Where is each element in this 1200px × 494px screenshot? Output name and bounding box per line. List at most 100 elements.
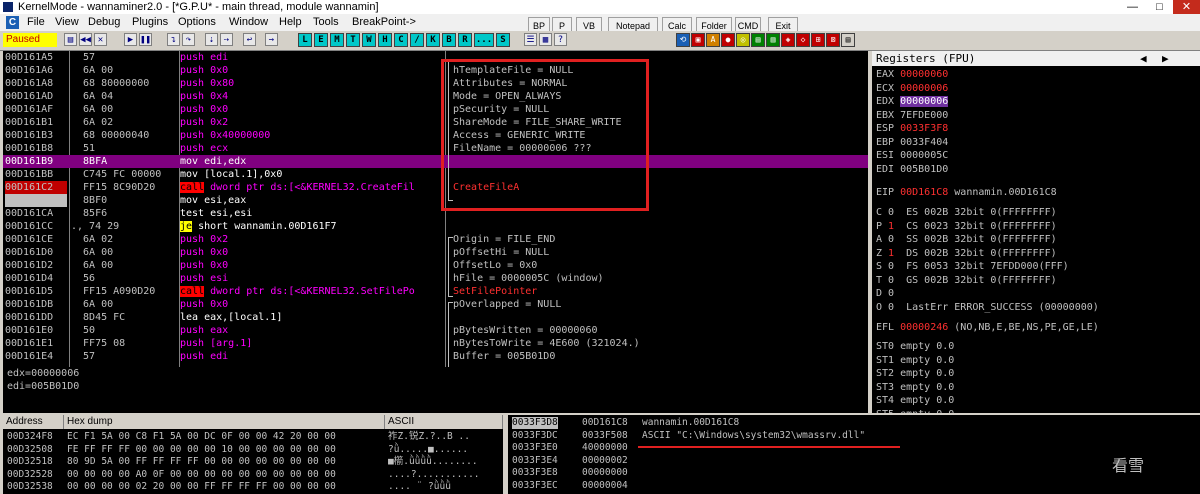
trace-into-icon[interactable]: ⇣ xyxy=(205,33,218,46)
flag-row[interactable]: P 1 CS 0023 32bit 0(FFFFFFFF) xyxy=(876,220,1057,233)
flag-row[interactable]: A 0 SS 002B 32bit 0(FFFFFFFF) xyxy=(876,233,1057,246)
register-row[interactable]: EAX 00000060 xyxy=(876,68,948,81)
plugin-icon-5[interactable]: ◎ xyxy=(736,33,750,47)
plugin-icon-11[interactable]: ⊠ xyxy=(826,33,840,47)
flag-row[interactable]: T 0 GS 002B 32bit 0(FFFFFFFF) xyxy=(876,274,1057,287)
toolbar-c-button[interactable]: C xyxy=(394,33,408,47)
disasm-row[interactable]: 00D161E1 FF75 08 push [arg.1] xyxy=(3,337,868,350)
register-row[interactable]: ESI 0000005C xyxy=(876,149,948,162)
registers-pane[interactable]: Registers (FPU) ◀ ▶ EAX 00000060 ECX 0000… xyxy=(872,51,1200,413)
toolbar-b-button[interactable]: B xyxy=(442,33,456,47)
close-button[interactable]: ✕ xyxy=(1173,0,1200,14)
plugin-icon-7[interactable]: ▥ xyxy=(766,33,780,47)
toolbar-m-button[interactable]: M xyxy=(330,33,344,47)
open-icon[interactable]: ▤ xyxy=(64,33,77,46)
menu-tools[interactable]: Tools xyxy=(313,14,339,31)
fpu-row[interactable]: ST2 empty 0.0 xyxy=(876,367,954,380)
menu-help[interactable]: Help xyxy=(279,14,302,31)
trace-over-icon[interactable]: ⇢ xyxy=(220,33,233,46)
toolbar-t-button[interactable]: T xyxy=(346,33,360,47)
toolbar-l-button[interactable]: L xyxy=(298,33,312,47)
toolbar-slash-button[interactable]: / xyxy=(410,33,424,47)
execute-till-return-icon[interactable]: ↩ xyxy=(243,33,256,46)
pause-icon[interactable]: ❚❚ xyxy=(139,33,152,46)
fpu-row[interactable]: ST1 empty 0.0 xyxy=(876,354,954,367)
menu-debug[interactable]: Debug xyxy=(88,14,120,31)
register-row[interactable]: EBX 7EFDE000 xyxy=(876,109,948,122)
menu-plugins[interactable]: Plugins xyxy=(132,14,168,31)
grid-icon[interactable]: ▦ xyxy=(539,33,552,46)
dump-pane[interactable]: Address Hex dump ASCII 00D324F8 EC F1 5A … xyxy=(3,415,503,494)
plugin-icon-9[interactable]: ◇ xyxy=(796,33,810,47)
toolbar-s-button[interactable]: S xyxy=(496,33,510,47)
flag-row[interactable]: O 0 LastErr ERROR_SUCCESS (00000000) xyxy=(876,301,1099,314)
disasm-row[interactable]: 00D161A8 68 80000000 push 0x80 xyxy=(3,77,868,90)
plugin-icon-10[interactable]: ⊞ xyxy=(811,33,825,47)
disasm-row[interactable]: 00D161C8 8BF0 mov esi,eax xyxy=(3,194,868,207)
help-icon[interactable]: ? xyxy=(554,33,567,46)
plugin-icon-4[interactable]: ● xyxy=(721,33,735,47)
fpu-row[interactable]: ST0 empty 0.0 xyxy=(876,340,954,353)
plugin-icon-2[interactable]: ▣ xyxy=(691,33,705,47)
disassembly-pane[interactable]: 00D161A5 57 push edi 00D161A6 6A 00 push 0x… xyxy=(3,51,868,367)
disasm-row[interactable]: 00D161AF 6A 00 push 0x0 xyxy=(3,103,868,116)
disasm-row[interactable]: 00D161CA 85F6 test esi,esi xyxy=(3,207,868,220)
disasm-row[interactable]: 00D161B1 6A 02 push 0x2 xyxy=(3,116,868,129)
step-into-icon[interactable]: ↴ xyxy=(167,33,180,46)
maximize-button[interactable]: □ xyxy=(1146,0,1173,14)
disasm-row[interactable]: 00D161E4 57 push edi xyxy=(3,350,868,363)
register-row[interactable]: EDX 00000006 xyxy=(876,95,949,108)
disasm-row[interactable]: 00D161A6 6A 00 push 0x0 xyxy=(3,64,868,77)
flag-row[interactable]: S 0 FS 0053 32bit 7EFDD000(FFF) xyxy=(876,260,1069,273)
register-row[interactable]: EDI 005B01D0 xyxy=(876,163,948,176)
minimize-button[interactable]: — xyxy=(1119,0,1146,14)
plugin-icon-12[interactable]: ▤ xyxy=(841,33,855,47)
dump-col-ascii[interactable]: ASCII xyxy=(385,415,503,429)
toolbar-e-button[interactable]: E xyxy=(314,33,328,47)
plugin-icon-1[interactable]: ⟲ xyxy=(676,33,690,47)
disasm-row[interactable]: 00D161B8 51 push ecx xyxy=(3,142,868,155)
menu-view[interactable]: View xyxy=(55,14,79,31)
scroll-left-icon[interactable]: ◀ xyxy=(1140,51,1147,66)
run-icon[interactable]: ▶ xyxy=(124,33,137,46)
disasm-row[interactable]: 00D161DB 6A 00 push 0x0 xyxy=(3,298,868,311)
disasm-row[interactable]: 00D161B3 68 00000040 push 0x40000000 xyxy=(3,129,868,142)
fpu-row[interactable]: ST4 empty 0.0 xyxy=(876,394,954,407)
plugin-icon-6[interactable]: ▤ xyxy=(751,33,765,47)
disasm-row[interactable]: 00D161DD 8D45 FC lea eax,[local.1] xyxy=(3,311,868,324)
plugin-icon-3[interactable]: A xyxy=(706,33,720,47)
disasm-row[interactable]: 00D161BB C745 FC 00000 mov [local.1],0x0 xyxy=(3,168,868,181)
register-row[interactable]: ESP 0033F3F8 xyxy=(876,122,948,135)
plugin-icon-8[interactable]: ◈ xyxy=(781,33,795,47)
disasm-row[interactable]: 00D161E0 50 push eax xyxy=(3,324,868,337)
register-row[interactable]: ECX 00000006 xyxy=(876,82,948,95)
disasm-row[interactable]: 00D161D5 FF15 A090D20 call dword ptr ds:[… xyxy=(3,285,868,298)
disasm-row[interactable]: 00D161B9 8BFA mov edi,edx xyxy=(3,155,868,168)
close-file-icon[interactable]: ✕ xyxy=(94,33,107,46)
dump-col-address[interactable]: Address xyxy=(3,415,64,429)
disasm-row[interactable]: 00D161A5 57 push edi xyxy=(3,51,868,64)
flag-row[interactable]: Z 1 DS 002B 32bit 0(FFFFFFFF) xyxy=(876,247,1057,260)
register-row[interactable]: EBP 0033F404 xyxy=(876,136,948,149)
list-icon[interactable]: ☰ xyxy=(524,33,537,46)
disasm-row[interactable]: 00D161AD 6A 04 push 0x4 xyxy=(3,90,868,103)
toolbar-h-button[interactable]: H xyxy=(378,33,392,47)
disasm-row[interactable]: 00D161D2 6A 00 push 0x0 xyxy=(3,259,868,272)
disasm-row[interactable]: 00D161CC ., 74 29 je short wannamin.00D161… xyxy=(3,220,868,233)
rewind-icon[interactable]: ◀◀ xyxy=(79,33,92,46)
fpu-row[interactable]: ST3 empty 0.0 xyxy=(876,381,954,394)
scroll-right-icon[interactable]: ▶ xyxy=(1162,51,1169,66)
dump-col-hex[interactable]: Hex dump xyxy=(64,415,385,429)
eip-row[interactable]: EIP 00D161C8 wannamin.00D161C8 xyxy=(876,186,1057,199)
toolbar-r-button[interactable]: R xyxy=(458,33,472,47)
goto-icon[interactable]: → xyxy=(265,33,278,46)
efl-row[interactable]: EFL 00000246 (NO,NB,E,BE,NS,PE,GE,LE) xyxy=(876,321,1099,334)
menu-breakpoint[interactable]: BreakPoint-> xyxy=(352,14,416,31)
disasm-row[interactable]: 00D161CE 6A 02 push 0x2 xyxy=(3,233,868,246)
step-over-icon[interactable]: ↷ xyxy=(182,33,195,46)
toolbar-w-button[interactable]: W xyxy=(362,33,376,47)
menu-options[interactable]: Options xyxy=(178,14,216,31)
flag-row[interactable]: D 0 xyxy=(876,287,894,300)
flag-row[interactable]: C 0 ES 002B 32bit 0(FFFFFFFF) xyxy=(876,206,1057,219)
stack-pane[interactable]: 0033F3D8 00D161C8 wannamin.00D161C8 0033F3D… xyxy=(508,415,1200,494)
